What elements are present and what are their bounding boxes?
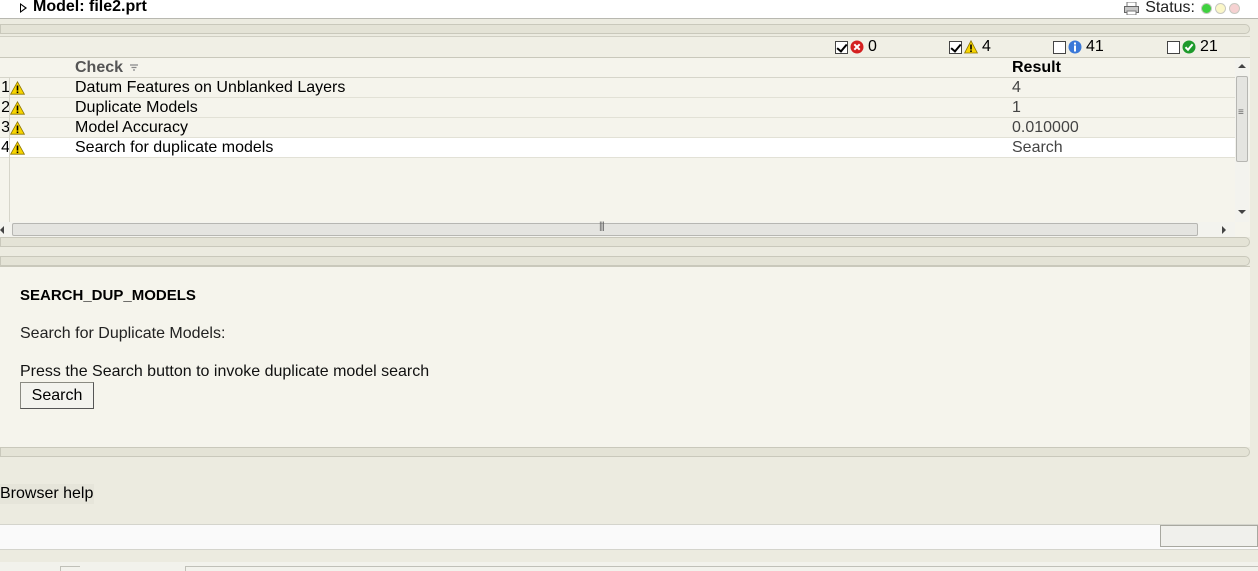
filter-info-count: 41: [1086, 38, 1104, 55]
warning-icon: [964, 40, 978, 54]
filter-info-checkbox[interactable]: [1053, 40, 1066, 54]
row-result: Search: [1012, 139, 1063, 156]
filter-warnings-checkbox[interactable]: [949, 40, 962, 54]
row-number-gutter: [9, 78, 10, 222]
results-table: Check Result 1 Datum Features on Unblank…: [0, 57, 1250, 238]
model-title: Model: file2.prt: [33, 0, 147, 15]
results-panel-top-edge: [0, 24, 1250, 34]
filter-ok[interactable]: 21: [1167, 38, 1218, 56]
model-bar: Model: file2.prt Status:: [0, 0, 1258, 19]
scroll-up-icon[interactable]: [1238, 64, 1246, 68]
bottom-field[interactable]: [1160, 525, 1258, 547]
filter-errors-checkbox[interactable]: [835, 40, 848, 54]
horizontal-scroll-thumb[interactable]: [12, 221, 1198, 236]
column-header-result[interactable]: Result: [1012, 59, 1061, 77]
filter-info[interactable]: 41: [1053, 38, 1104, 56]
row-result: 1: [1012, 99, 1021, 116]
status-area: Status:: [1124, 0, 1240, 17]
detail-panel-top-edge: [0, 256, 1250, 266]
warning-icon: [10, 81, 25, 95]
filter-ok-checkbox[interactable]: [1167, 40, 1180, 54]
table-row[interactable]: 1 Datum Features on Unblanked Layers 4: [0, 78, 1235, 98]
model-check-browser: Model: file2.prt Status: 0 4 41 21 Check…: [0, 0, 1258, 571]
row-result: 4: [1012, 79, 1021, 96]
warning-icon: [10, 141, 25, 155]
detail-panel-bottom-edge: [0, 447, 1250, 457]
filter-warnings-count: 4: [982, 38, 991, 55]
table-header: Check Result: [0, 58, 1235, 78]
status-light-yellow-icon: [1215, 2, 1226, 14]
sort-icon[interactable]: [130, 64, 138, 72]
error-icon: [850, 40, 864, 54]
ok-icon: [1182, 40, 1196, 54]
filter-warnings[interactable]: 4: [949, 38, 991, 56]
horizontal-scrollbar[interactable]: [0, 221, 1235, 238]
row-check-name: Search for duplicate models: [75, 139, 274, 156]
results-panel-bottom-edge: [0, 237, 1250, 247]
browser-help-link[interactable]: Browser help: [0, 484, 95, 504]
scroll-down-icon[interactable]: [1238, 210, 1246, 214]
bottom-tab-strip: [0, 562, 1258, 571]
bottom-tab[interactable]: [60, 566, 80, 571]
info-icon: [1068, 40, 1082, 54]
warning-icon: [10, 101, 25, 115]
row-check-name: Model Accuracy: [75, 119, 188, 136]
expand-triangle-icon[interactable]: [20, 3, 27, 13]
warning-icon: [10, 121, 25, 135]
filter-bar: 0 4 41 21: [0, 36, 1250, 57]
vertical-scroll-thumb[interactable]: [1236, 76, 1248, 162]
bottom-input-strip: [0, 524, 1258, 550]
check-detail-panel: SEARCH_DUP_MODELS Search for Duplicate M…: [0, 266, 1250, 447]
column-header-check[interactable]: Check: [75, 59, 123, 77]
table-row-selected[interactable]: 4 Search for duplicate models Search: [0, 138, 1235, 158]
filter-errors[interactable]: 0: [835, 38, 877, 56]
bottom-tab[interactable]: [185, 566, 1258, 571]
filter-errors-count: 0: [868, 38, 877, 55]
check-description: Press the Search button to invoke duplic…: [20, 363, 430, 380]
status-light-red-icon: [1229, 2, 1240, 14]
filter-ok-count: 21: [1200, 38, 1218, 55]
status-label: Status:: [1145, 0, 1195, 16]
search-button[interactable]: Search: [20, 382, 94, 409]
scroll-right-icon[interactable]: [1222, 226, 1226, 234]
row-check-name: Datum Features on Unblanked Layers: [75, 79, 346, 96]
row-result: 0.010000: [1012, 119, 1079, 136]
check-title: Search for Duplicate Models:: [20, 325, 226, 342]
scroll-left-icon[interactable]: [0, 226, 4, 234]
row-check-name: Duplicate Models: [75, 99, 198, 116]
table-row[interactable]: 3 Model Accuracy 0.010000: [0, 118, 1235, 138]
table-row[interactable]: 2 Duplicate Models 1: [0, 98, 1235, 118]
check-code: SEARCH_DUP_MODELS: [20, 287, 196, 304]
vertical-scrollbar[interactable]: [1235, 58, 1249, 222]
status-light-green-icon: [1201, 2, 1212, 14]
printer-icon[interactable]: [1124, 1, 1140, 15]
